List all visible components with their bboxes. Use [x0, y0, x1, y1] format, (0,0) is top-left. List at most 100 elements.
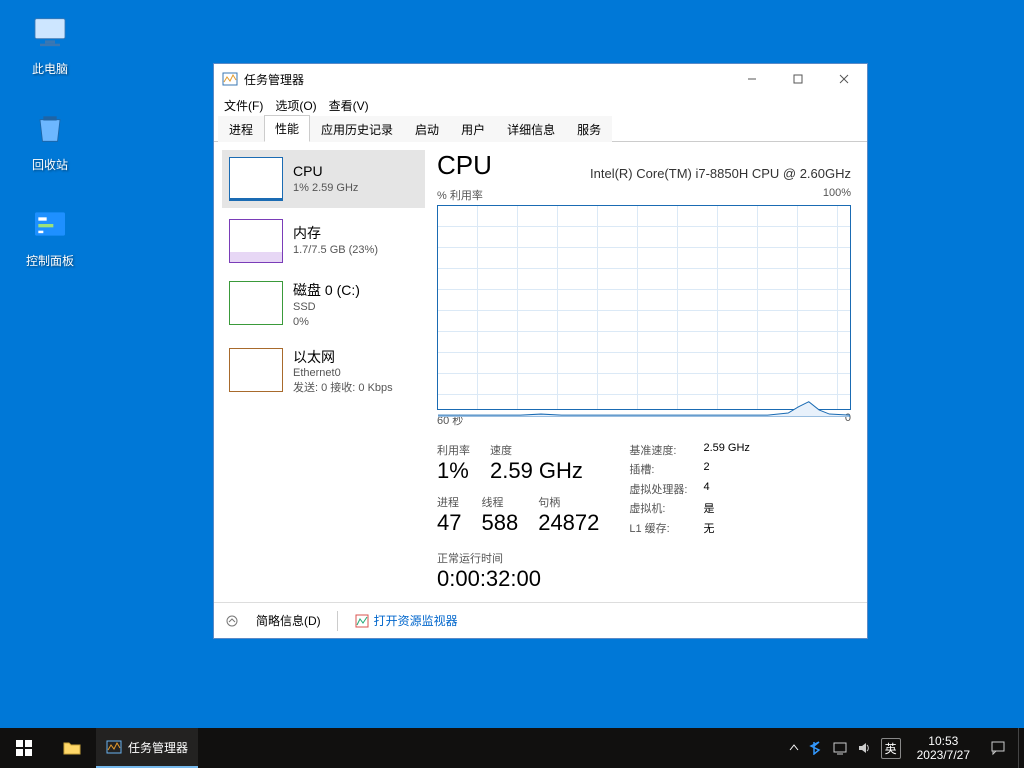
sidebar-item-sub: Ethernet0: [293, 366, 393, 381]
desktop-icon-label: 控制面板: [12, 252, 88, 269]
titlebar[interactable]: 任务管理器: [214, 64, 867, 94]
tabbar: 进程 性能 应用历史记录 启动 用户 详细信息 服务: [214, 116, 867, 142]
taskbar-clock[interactable]: 10:53 2023/7/27: [909, 734, 978, 763]
sidebar-item-title: CPU: [293, 162, 358, 181]
menu-view[interactable]: 查看(V): [325, 95, 373, 116]
tab-details[interactable]: 详细信息: [496, 116, 566, 142]
sidebar-item-title: 内存: [293, 224, 378, 243]
tab-startup[interactable]: 启动: [404, 116, 450, 142]
spec-value: 无: [703, 520, 749, 536]
notification-icon: [990, 740, 1006, 756]
footer: 简略信息(D) 打开资源监视器: [214, 602, 867, 638]
taskbar-item-task-manager[interactable]: 任务管理器: [96, 728, 198, 768]
taskbar-item-label: 任务管理器: [128, 739, 188, 756]
brief-info-link[interactable]: 简略信息(D): [256, 612, 321, 629]
action-center-button[interactable]: [978, 728, 1018, 768]
stat-label: 句柄: [538, 494, 599, 510]
stat-value: 24872: [538, 510, 599, 536]
stat-value: 47: [437, 510, 461, 536]
sidebar-item-title: 以太网: [293, 348, 393, 367]
cpu-model: Intel(R) Core(TM) i7-8850H CPU @ 2.60GHz: [590, 166, 851, 181]
sidebar-item-cpu[interactable]: CPU 1% 2.59 GHz: [222, 150, 425, 208]
uptime-label: 正常运行时间: [437, 550, 851, 566]
close-button[interactable]: [821, 64, 867, 94]
sidebar-item-network[interactable]: 以太网 Ethernet0 发送: 0 接收: 0 Kbps: [222, 341, 425, 404]
ime-indicator[interactable]: 英: [881, 738, 901, 759]
sidebar-item-title: 磁盘 0 (C:): [293, 281, 360, 300]
clock-date: 2023/7/27: [917, 748, 970, 762]
sidebar-item-memory[interactable]: 内存 1.7/7.5 GB (23%): [222, 212, 425, 270]
volume-icon[interactable]: [857, 741, 871, 755]
open-resmon-link[interactable]: 打开资源监视器: [354, 612, 458, 629]
performance-sidebar: CPU 1% 2.59 GHz 内存 1.7/7.5 GB (23%) 磁盘 0…: [214, 142, 429, 602]
chevron-up-icon[interactable]: [224, 613, 240, 629]
sidebar-item-disk[interactable]: 磁盘 0 (C:) SSD 0%: [222, 274, 425, 337]
spec-label: L1 缓存:: [629, 520, 687, 536]
tab-processes[interactable]: 进程: [218, 116, 264, 142]
windows-icon: [16, 740, 32, 756]
spec-value: 是: [703, 500, 749, 516]
resmon-icon: [354, 613, 370, 629]
chevron-up-icon[interactable]: [789, 743, 799, 753]
uptime-value: 0:00:32:00: [437, 566, 851, 592]
menu-options[interactable]: 选项(O): [271, 95, 320, 116]
control-icon: [26, 200, 74, 248]
disk-mini-chart: [229, 281, 283, 325]
mem-mini-chart: [229, 219, 283, 263]
stat-value: 2.59 GHz: [490, 458, 583, 484]
maximize-button[interactable]: [775, 64, 821, 94]
explorer-button[interactable]: [48, 728, 96, 768]
stat-value: 1%: [437, 458, 470, 484]
pc-icon: [26, 8, 74, 56]
chart-y-max: 100%: [823, 187, 851, 203]
spec-label: 基准速度:: [629, 442, 687, 458]
minimize-button[interactable]: [729, 64, 775, 94]
spec-label: 虚拟处理器:: [629, 481, 687, 497]
desktop-icon-recycle[interactable]: 回收站: [12, 104, 88, 173]
desktop-icon-label: 回收站: [12, 156, 88, 173]
sidebar-item-sub: 发送: 0 接收: 0 Kbps: [293, 381, 393, 396]
spec-label: 虚拟机:: [629, 500, 687, 516]
task-manager-icon: [106, 739, 122, 755]
performance-detail: CPU Intel(R) Core(TM) i7-8850H CPU @ 2.6…: [429, 142, 867, 602]
recycle-icon: [26, 104, 74, 152]
divider: [337, 611, 338, 631]
menu-file[interactable]: 文件(F): [220, 95, 267, 116]
stat-label: 进程: [437, 494, 461, 510]
stat-label: 速度: [490, 442, 583, 458]
spec-value: 2.59 GHz: [703, 442, 749, 458]
window-title: 任务管理器: [244, 71, 729, 88]
stat-label: 利用率: [437, 442, 470, 458]
clock-time: 10:53: [917, 734, 970, 748]
taskbar: 任务管理器 英 10:53 2023/7/27: [0, 728, 1024, 768]
net-mini-chart: [229, 348, 283, 392]
stat-value: 588: [481, 510, 518, 536]
tab-users[interactable]: 用户: [450, 116, 496, 142]
network-icon[interactable]: [833, 741, 847, 755]
sidebar-item-sub: 1% 2.59 GHz: [293, 181, 358, 196]
spec-label: 插槽:: [629, 461, 687, 477]
task-manager-window: 任务管理器 文件(F) 选项(O) 查看(V) 进程 性能 应用历史记录 启动 …: [213, 63, 868, 639]
task-manager-icon: [222, 71, 238, 87]
folder-icon: [63, 739, 81, 757]
cpu-mini-chart: [229, 157, 283, 201]
bluetooth-icon[interactable]: [809, 741, 823, 755]
chart-y-label: % 利用率: [437, 187, 483, 203]
desktop-icon-control[interactable]: 控制面板: [12, 200, 88, 269]
spec-value: 2: [703, 461, 749, 477]
start-button[interactable]: [0, 728, 48, 768]
cpu-chart[interactable]: [437, 205, 851, 410]
spec-value: 4: [703, 481, 749, 497]
tab-performance[interactable]: 性能: [264, 115, 310, 142]
system-tray[interactable]: 英: [781, 728, 909, 768]
sidebar-item-sub: 1.7/7.5 GB (23%): [293, 243, 378, 258]
desktop-icon-pc[interactable]: 此电脑: [12, 8, 88, 77]
tab-services[interactable]: 服务: [566, 116, 612, 142]
sidebar-item-sub: 0%: [293, 315, 360, 330]
desktop-icon-label: 此电脑: [12, 60, 88, 77]
cpu-spec-grid: 基准速度: 2.59 GHz 插槽: 2 虚拟处理器: 4 虚拟机: 是 L1 缓存: 无: [629, 442, 750, 536]
tab-app-history[interactable]: 应用历史记录: [310, 116, 404, 142]
stat-label: 线程: [481, 494, 518, 510]
detail-heading: CPU: [437, 150, 492, 181]
show-desktop-button[interactable]: [1018, 728, 1024, 768]
